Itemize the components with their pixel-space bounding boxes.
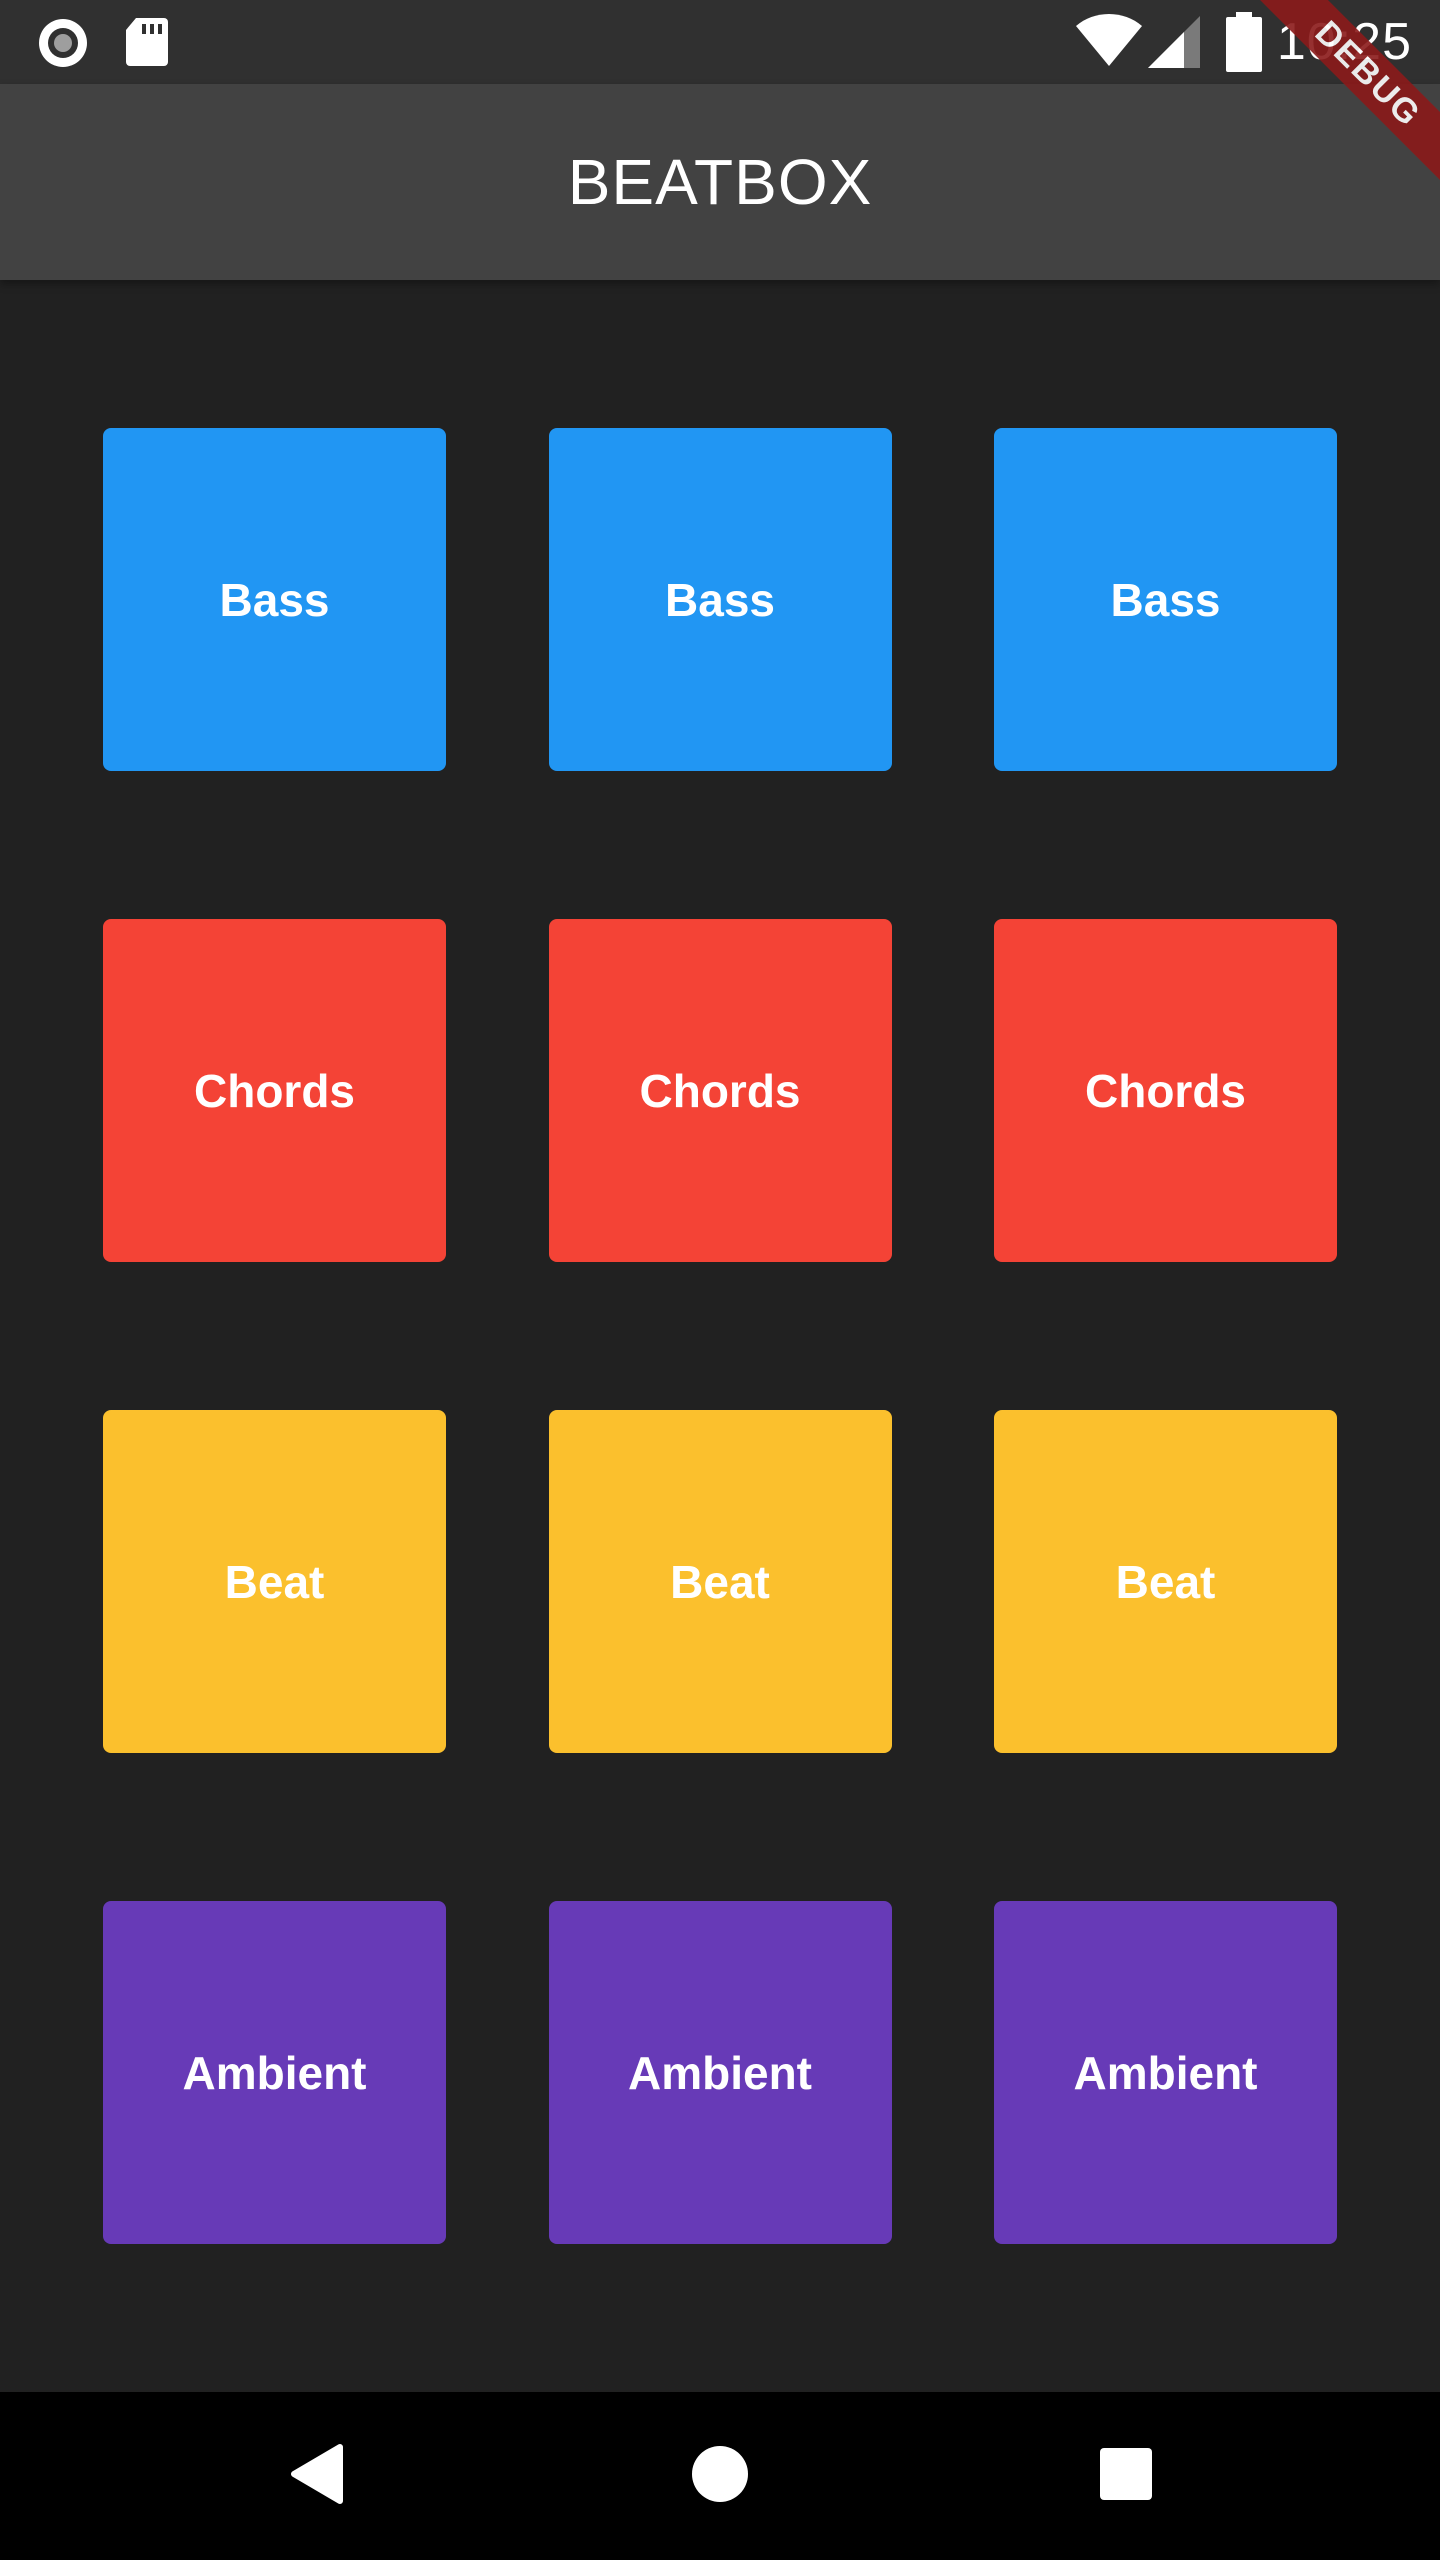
wifi-icon: [1076, 14, 1142, 73]
pad-beat-2[interactable]: Beat: [548, 1410, 892, 1753]
sd-card-icon: [124, 16, 170, 73]
status-bar: 10:25: [0, 0, 1440, 84]
nav-back-button[interactable]: [232, 2392, 400, 2560]
pad-beat-3[interactable]: Beat: [994, 1410, 1337, 1753]
pad-bass-2[interactable]: Bass: [548, 428, 892, 771]
pad-chords-3[interactable]: Chords: [994, 919, 1337, 1262]
pad-label: Chords: [639, 1064, 801, 1117]
pad-row-bass: Bass Bass Bass: [103, 428, 1337, 771]
record-icon: [36, 16, 90, 75]
app-title: BEATBOX: [567, 146, 873, 218]
navigation-bar: [0, 2392, 1440, 2560]
app-screen: 10:25 BEATBOX DEBUG Bass Bass Bass Chord…: [0, 0, 1440, 2560]
pad-label: Ambient: [182, 2046, 367, 2099]
debug-banner-label: DEBUG: [1244, 0, 1440, 198]
pad-label: Beat: [1115, 1555, 1216, 1608]
pad-bass-3[interactable]: Bass: [994, 428, 1337, 771]
pad-bass-1[interactable]: Bass: [103, 428, 446, 771]
pad-label: Bass: [219, 573, 330, 626]
cell-signal-icon: [1148, 16, 1200, 73]
pad-row-chords: Chords Chords Chords: [103, 919, 1337, 1262]
pad-label: Ambient: [628, 2046, 812, 2099]
pad-chords-1[interactable]: Chords: [103, 919, 446, 1262]
pad-label: Beat: [224, 1555, 325, 1608]
pad-row-beat: Beat Beat Beat: [103, 1410, 1337, 1753]
pad-label: Ambient: [1073, 2046, 1258, 2099]
pad-ambient-2[interactable]: Ambient: [548, 1901, 892, 2244]
pad-chords-2[interactable]: Chords: [548, 919, 892, 1262]
app-bar: BEATBOX: [0, 84, 1440, 280]
back-icon: [288, 2443, 344, 2510]
pad-label: Bass: [665, 573, 775, 626]
pad-label: Chords: [194, 1064, 355, 1117]
pad-label: Beat: [670, 1555, 770, 1608]
pad-beat-1[interactable]: Beat: [103, 1410, 446, 1753]
home-icon: [690, 2444, 750, 2509]
recents-icon: [1099, 2447, 1153, 2506]
pad-ambient-3[interactable]: Ambient: [994, 1901, 1337, 2244]
debug-banner: DEBUG: [1240, 0, 1440, 200]
pad-grid: Bass Bass Bass Chords Chords Chords Beat…: [103, 428, 1337, 2392]
nav-home-button[interactable]: [636, 2392, 804, 2560]
pad-ambient-1[interactable]: Ambient: [103, 1901, 446, 2244]
pad-label: Chords: [1085, 1064, 1246, 1117]
pad-row-ambient: Ambient Ambient Ambient: [103, 1901, 1337, 2244]
nav-recents-button[interactable]: [1042, 2392, 1210, 2560]
pad-label: Bass: [1110, 573, 1221, 626]
